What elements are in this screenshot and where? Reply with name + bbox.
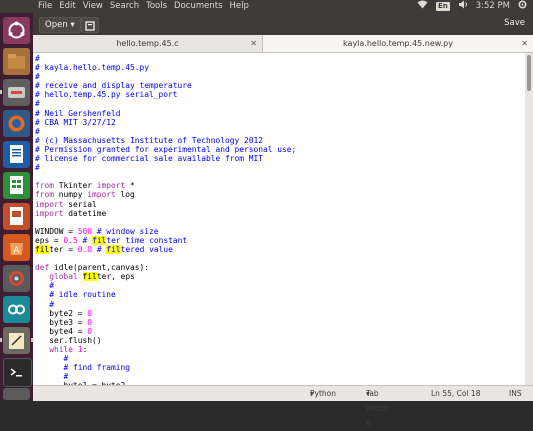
new-document-icon — [85, 21, 95, 31]
files-icon[interactable] — [3, 48, 30, 75]
keyboard-layout-indicator[interactable]: En — [435, 2, 450, 11]
tab-width-label: Tab Width: 8 — [366, 389, 391, 428]
calc-icon[interactable] — [3, 172, 30, 199]
firefox-icon[interactable] — [3, 110, 30, 137]
menu-file[interactable]: File — [38, 0, 52, 13]
save-button[interactable]: Save — [504, 18, 525, 28]
running-indicator — [0, 338, 2, 342]
scrollbar-thumb[interactable] — [527, 55, 531, 91]
code-editor[interactable]: # # kayla.hello.temp.45.py # # receive a… — [33, 53, 525, 385]
tab-label: kayla.hello.temp.45.new.py — [343, 39, 453, 48]
gear-icon[interactable] — [518, 0, 527, 14]
code-text[interactable]: # # kayla.hello.temp.45.py # # receive a… — [35, 54, 296, 385]
chevron-down-icon: ▾ — [70, 20, 75, 30]
menu-tools[interactable]: Tools — [146, 0, 167, 13]
impress-icon[interactable] — [3, 203, 30, 230]
svg-text:A: A — [13, 246, 20, 256]
system-tray: En 3:52 PM — [417, 0, 527, 13]
open-button[interactable]: Open ▾ — [39, 17, 81, 33]
status-bar: Python ▾ Tab Width: 8 ▾ Ln 55, Col 18 IN… — [33, 385, 533, 428]
writer-icon[interactable] — [3, 141, 30, 168]
menu-bar: File Edit View Search Tools Documents He… — [38, 0, 249, 13]
top-panel: File Edit View Search Tools Documents He… — [0, 0, 533, 13]
menu-documents[interactable]: Documents — [174, 0, 222, 13]
cursor-position: Ln 55, Col 18 — [431, 389, 481, 398]
open-button-label: Open — [45, 20, 68, 30]
tab-label: hello.temp.45.c — [116, 39, 179, 48]
language-selector[interactable]: Python ▾ — [310, 386, 336, 401]
launcher: A — [0, 13, 33, 400]
language-label: Python — [310, 389, 336, 398]
software-center-icon[interactable]: A — [3, 234, 30, 261]
running-indicator — [0, 90, 2, 94]
terminal-icon[interactable] — [3, 358, 32, 387]
clock[interactable]: 3:52 PM — [476, 0, 510, 13]
menu-help[interactable]: Help — [230, 0, 249, 13]
tab-kayla-hello-temp-py[interactable]: kayla.hello.temp.45.new.py ✕ — [263, 35, 533, 52]
ubuntu-dash-icon[interactable] — [3, 17, 30, 44]
close-icon[interactable]: ✕ — [250, 35, 257, 52]
tab-bar: hello.temp.45.c ✕ kayla.hello.temp.45.ne… — [33, 35, 533, 53]
menu-view[interactable]: View — [83, 0, 103, 13]
new-document-button[interactable] — [81, 17, 99, 33]
workspaces-icon[interactable] — [3, 388, 30, 400]
window-header: Open ▾ Save — [33, 13, 533, 35]
close-icon[interactable]: ✕ — [521, 35, 528, 52]
settings-icon[interactable] — [3, 265, 30, 292]
wifi-icon[interactable] — [417, 0, 428, 14]
volume-icon[interactable] — [458, 0, 468, 14]
arduino-icon[interactable] — [3, 296, 30, 323]
disk-icon[interactable] — [3, 79, 30, 106]
insert-mode: INS — [509, 389, 522, 398]
menu-edit[interactable]: Edit — [59, 0, 75, 13]
vertical-scrollbar[interactable] — [525, 53, 533, 385]
text-editor-icon[interactable] — [3, 327, 30, 354]
tab-width-selector[interactable]: Tab Width: 8 ▾ — [366, 386, 390, 428]
tab-hello-temp-c[interactable]: hello.temp.45.c ✕ — [33, 35, 263, 52]
menu-search[interactable]: Search — [110, 0, 139, 13]
